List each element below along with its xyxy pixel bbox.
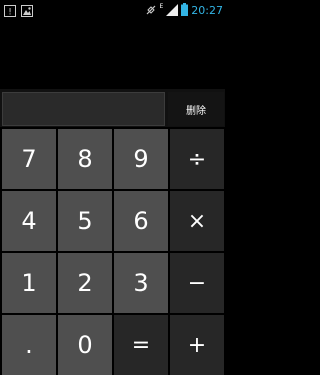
plus-button[interactable]: + xyxy=(170,315,224,375)
key-7[interactable]: 7 xyxy=(2,129,56,189)
multiply-button[interactable]: × xyxy=(170,191,224,251)
key-1[interactable]: 1 xyxy=(2,253,56,313)
image-icon xyxy=(21,2,33,21)
status-time: 20:27 xyxy=(191,4,223,17)
display-area: 删除 xyxy=(0,89,225,127)
key-9[interactable]: 9 xyxy=(114,129,168,189)
status-bar: ! E 20:27 xyxy=(0,0,225,20)
key-5[interactable]: 5 xyxy=(58,191,112,251)
key-0[interactable]: 0 xyxy=(58,315,112,375)
decimal-point-button[interactable]: . xyxy=(2,315,56,375)
signal-muted-icon xyxy=(145,1,157,20)
key-2[interactable]: 2 xyxy=(58,253,112,313)
network-type: E xyxy=(159,3,164,10)
key-3[interactable]: 3 xyxy=(114,253,168,313)
equals-button[interactable]: = xyxy=(114,315,168,375)
key-8[interactable]: 8 xyxy=(58,129,112,189)
calculator-display[interactable] xyxy=(2,92,165,126)
signal-icon xyxy=(166,1,179,20)
key-4[interactable]: 4 xyxy=(2,191,56,251)
battery-icon xyxy=(181,1,189,20)
delete-button[interactable]: 删除 xyxy=(168,92,224,126)
warning-icon: ! xyxy=(4,2,16,21)
divide-button[interactable]: ÷ xyxy=(170,129,224,189)
minus-button[interactable]: − xyxy=(170,253,224,313)
svg-text:!: ! xyxy=(8,8,12,18)
key-6[interactable]: 6 xyxy=(114,191,168,251)
